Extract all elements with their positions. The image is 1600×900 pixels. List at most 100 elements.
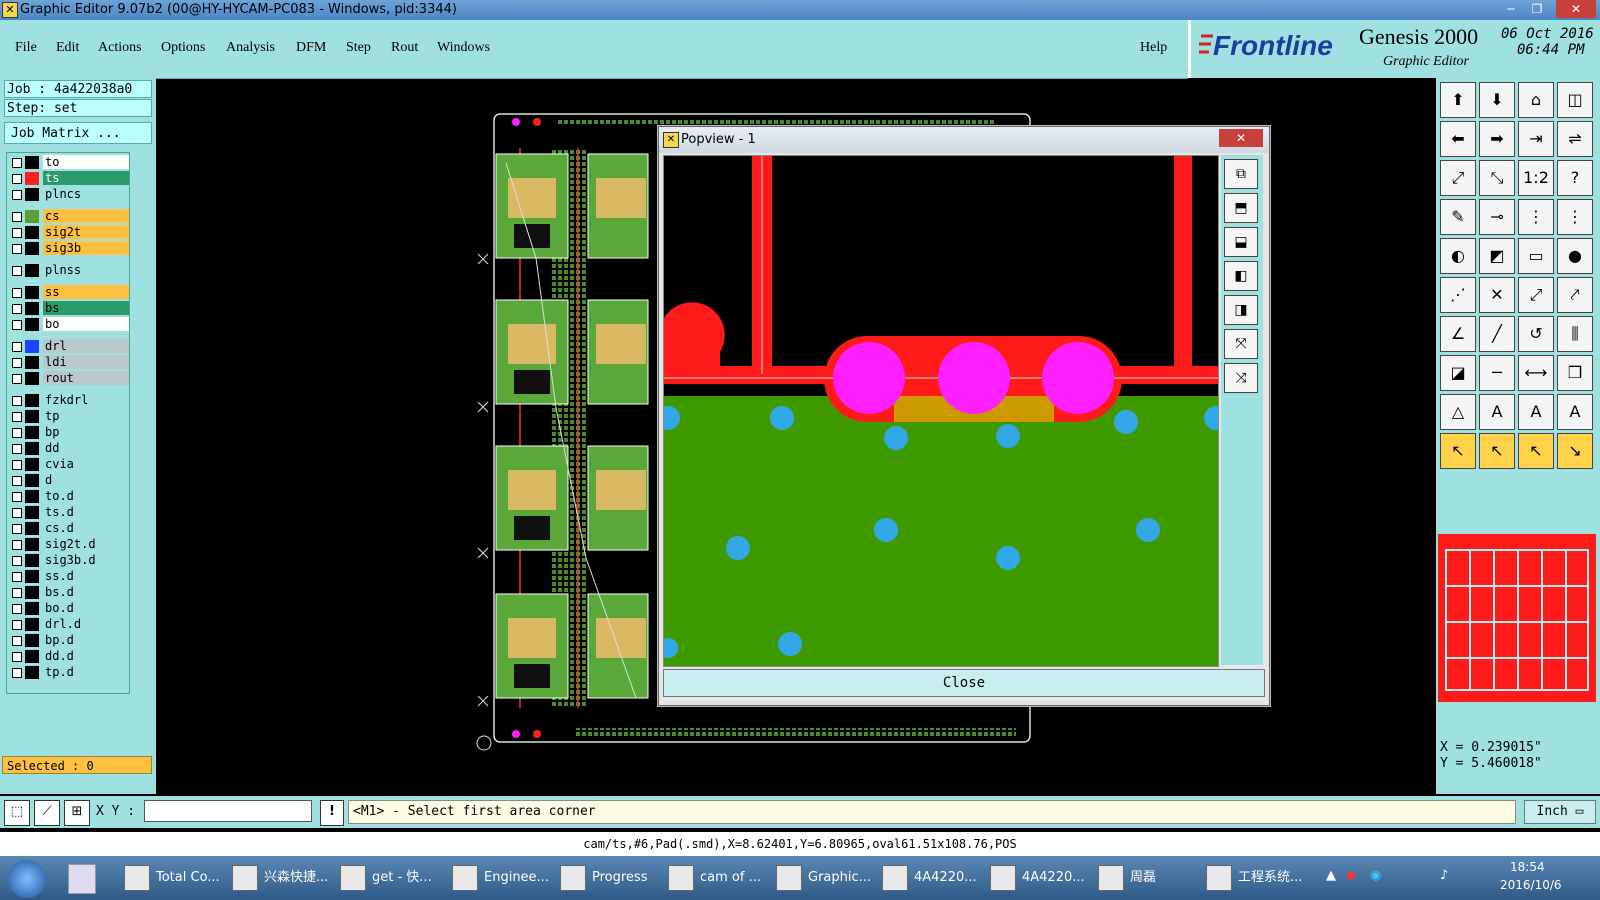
- layer-name[interactable]: tp.d: [43, 665, 129, 679]
- layer-row-drl-d[interactable]: drl.d: [9, 617, 129, 632]
- measure-icon[interactable]: ⟋: [34, 800, 60, 826]
- layer-row-tp-d[interactable]: tp.d: [9, 665, 129, 680]
- layer-name[interactable]: ts: [43, 171, 129, 185]
- maximize-button[interactable]: ❐: [1524, 0, 1550, 18]
- layer-row-dd-d[interactable]: dd.d: [9, 649, 129, 664]
- layer-checkbox[interactable]: [12, 266, 22, 276]
- layer-row-ts-d[interactable]: ts.d: [9, 505, 129, 520]
- layer-row-to-d[interactable]: to.d: [9, 489, 129, 504]
- layer-name[interactable]: ldi: [43, 355, 129, 369]
- layer-name[interactable]: bs.d: [43, 585, 129, 599]
- label-c-icon[interactable]: A: [1557, 394, 1593, 430]
- layer-checkbox[interactable]: [12, 244, 22, 254]
- layer-name[interactable]: cs: [43, 209, 129, 223]
- layer-color-swatch[interactable]: [25, 506, 39, 519]
- home-icon[interactable]: ⌂: [1518, 82, 1554, 118]
- menu-step[interactable]: Step: [346, 40, 371, 56]
- pan-left-icon[interactable]: ⬅: [1440, 121, 1476, 157]
- grid-icon[interactable]: ⊞: [64, 800, 90, 826]
- layer-row-ts[interactable]: ts: [9, 171, 129, 186]
- layer-row-cvia[interactable]: cvia: [9, 457, 129, 472]
- tray-arrow-icon[interactable]: ▲: [1326, 868, 1336, 883]
- layer-checkbox[interactable]: [12, 668, 22, 678]
- connect-icon[interactable]: ⋰: [1440, 277, 1476, 313]
- layer-checkbox[interactable]: [12, 320, 22, 330]
- layer-color-swatch[interactable]: [25, 372, 39, 385]
- layer-color-swatch[interactable]: [25, 356, 39, 369]
- layer-checkbox[interactable]: [12, 428, 22, 438]
- layer-row-sig2t-d[interactable]: sig2t.d: [9, 537, 129, 552]
- layer-color-swatch[interactable]: [25, 286, 39, 299]
- layer-row-sig3b-d[interactable]: sig3b.d: [9, 553, 129, 568]
- job-matrix-button[interactable]: Job Matrix ...: [4, 122, 152, 144]
- layer-name[interactable]: bs: [43, 301, 129, 315]
- layer-name[interactable]: drl.d: [43, 617, 129, 631]
- swap-icon[interactable]: ⇌: [1557, 121, 1593, 157]
- layer-name[interactable]: plnss: [43, 263, 129, 277]
- scale-icon[interactable]: 1:2: [1518, 160, 1554, 196]
- layer-checkbox[interactable]: [12, 620, 22, 630]
- label-a-icon[interactable]: A: [1479, 394, 1515, 430]
- menu-analysis[interactable]: Analysis: [226, 40, 275, 56]
- layer-checkbox[interactable]: [12, 556, 22, 566]
- menu-options[interactable]: Options: [161, 40, 205, 56]
- layer-row-d[interactable]: d: [9, 473, 129, 488]
- taskbar-item[interactable]: 兴森快捷...: [226, 860, 330, 896]
- popview-canvas[interactable]: [656, 155, 1228, 667]
- layer-name[interactable]: cs.d: [43, 521, 129, 535]
- layer-row-bo[interactable]: bo: [9, 317, 129, 332]
- layer-name[interactable]: ts.d: [43, 505, 129, 519]
- layer-checkbox[interactable]: [12, 636, 22, 646]
- close-window-button[interactable]: ✕: [1556, 0, 1596, 18]
- layer-row-bs-d[interactable]: bs.d: [9, 585, 129, 600]
- layer-checkbox[interactable]: [12, 412, 22, 422]
- layer-row-cs-d[interactable]: cs.d: [9, 521, 129, 536]
- layer-checkbox[interactable]: [12, 374, 22, 384]
- layer-color-swatch[interactable]: [25, 554, 39, 567]
- menu-actions[interactable]: Actions: [98, 40, 142, 56]
- menu-dfm[interactable]: DFM: [296, 40, 326, 56]
- layer-name[interactable]: d: [43, 473, 129, 487]
- layer-checkbox[interactable]: [12, 588, 22, 598]
- popview-close-x-icon[interactable]: ✕: [1219, 129, 1263, 147]
- taskbar-item[interactable]: Progress: [554, 860, 658, 896]
- layer-checkbox[interactable]: [12, 358, 22, 368]
- xy-input[interactable]: [144, 800, 312, 822]
- menu-rout[interactable]: Rout: [391, 40, 418, 56]
- dash-icon[interactable]: ─: [1479, 355, 1515, 391]
- layer-checkbox[interactable]: [12, 540, 22, 550]
- layer-row-bp-d[interactable]: bp.d: [9, 633, 129, 648]
- layer-checkbox[interactable]: [12, 396, 22, 406]
- layer-checkbox[interactable]: [12, 460, 22, 470]
- layer-name[interactable]: sig2t.d: [43, 537, 129, 551]
- layer-row-ss-d[interactable]: ss.d: [9, 569, 129, 584]
- layer-name[interactable]: to: [43, 155, 129, 169]
- popview-pan-up-icon[interactable]: ⬒: [1224, 193, 1258, 223]
- tray-volume-icon[interactable]: ♪: [1440, 868, 1448, 883]
- layer-row-bo-d[interactable]: bo.d: [9, 601, 129, 616]
- layer-name[interactable]: sig3b.d: [43, 553, 129, 567]
- pointer-multi-icon[interactable]: ↘: [1557, 433, 1593, 469]
- layer-color-swatch[interactable]: [25, 188, 39, 201]
- layer-row-rout[interactable]: rout: [9, 371, 129, 386]
- calculator-icon[interactable]: [68, 864, 96, 894]
- pointer-move-icon[interactable]: ↖: [1518, 433, 1554, 469]
- menu-edit[interactable]: Edit: [56, 40, 79, 56]
- layer-color-swatch[interactable]: [25, 634, 39, 647]
- ruler-icon[interactable]: ▭: [1518, 238, 1554, 274]
- rotate-icon[interactable]: ↺: [1518, 316, 1554, 352]
- layer-row-plncs[interactable]: plncs: [9, 187, 129, 202]
- fill-icon[interactable]: ◩: [1479, 238, 1515, 274]
- layer-color-swatch[interactable]: [25, 302, 39, 315]
- taskbar-item[interactable]: Graphic...: [770, 860, 874, 896]
- popview-pan-left-icon[interactable]: ◧: [1224, 261, 1258, 291]
- layer-color-swatch[interactable]: [25, 538, 39, 551]
- layer-name[interactable]: ss: [43, 285, 129, 299]
- taskbar-item[interactable]: Total Co...: [118, 860, 222, 896]
- layer-checkbox[interactable]: [12, 508, 22, 518]
- tray-app-icon[interactable]: ◆: [1346, 868, 1356, 883]
- layer-color-swatch[interactable]: [25, 490, 39, 503]
- layer-color-swatch[interactable]: [25, 226, 39, 239]
- layer-checkbox[interactable]: [12, 572, 22, 582]
- popview-zoom-window-icon[interactable]: ⧉: [1224, 159, 1258, 189]
